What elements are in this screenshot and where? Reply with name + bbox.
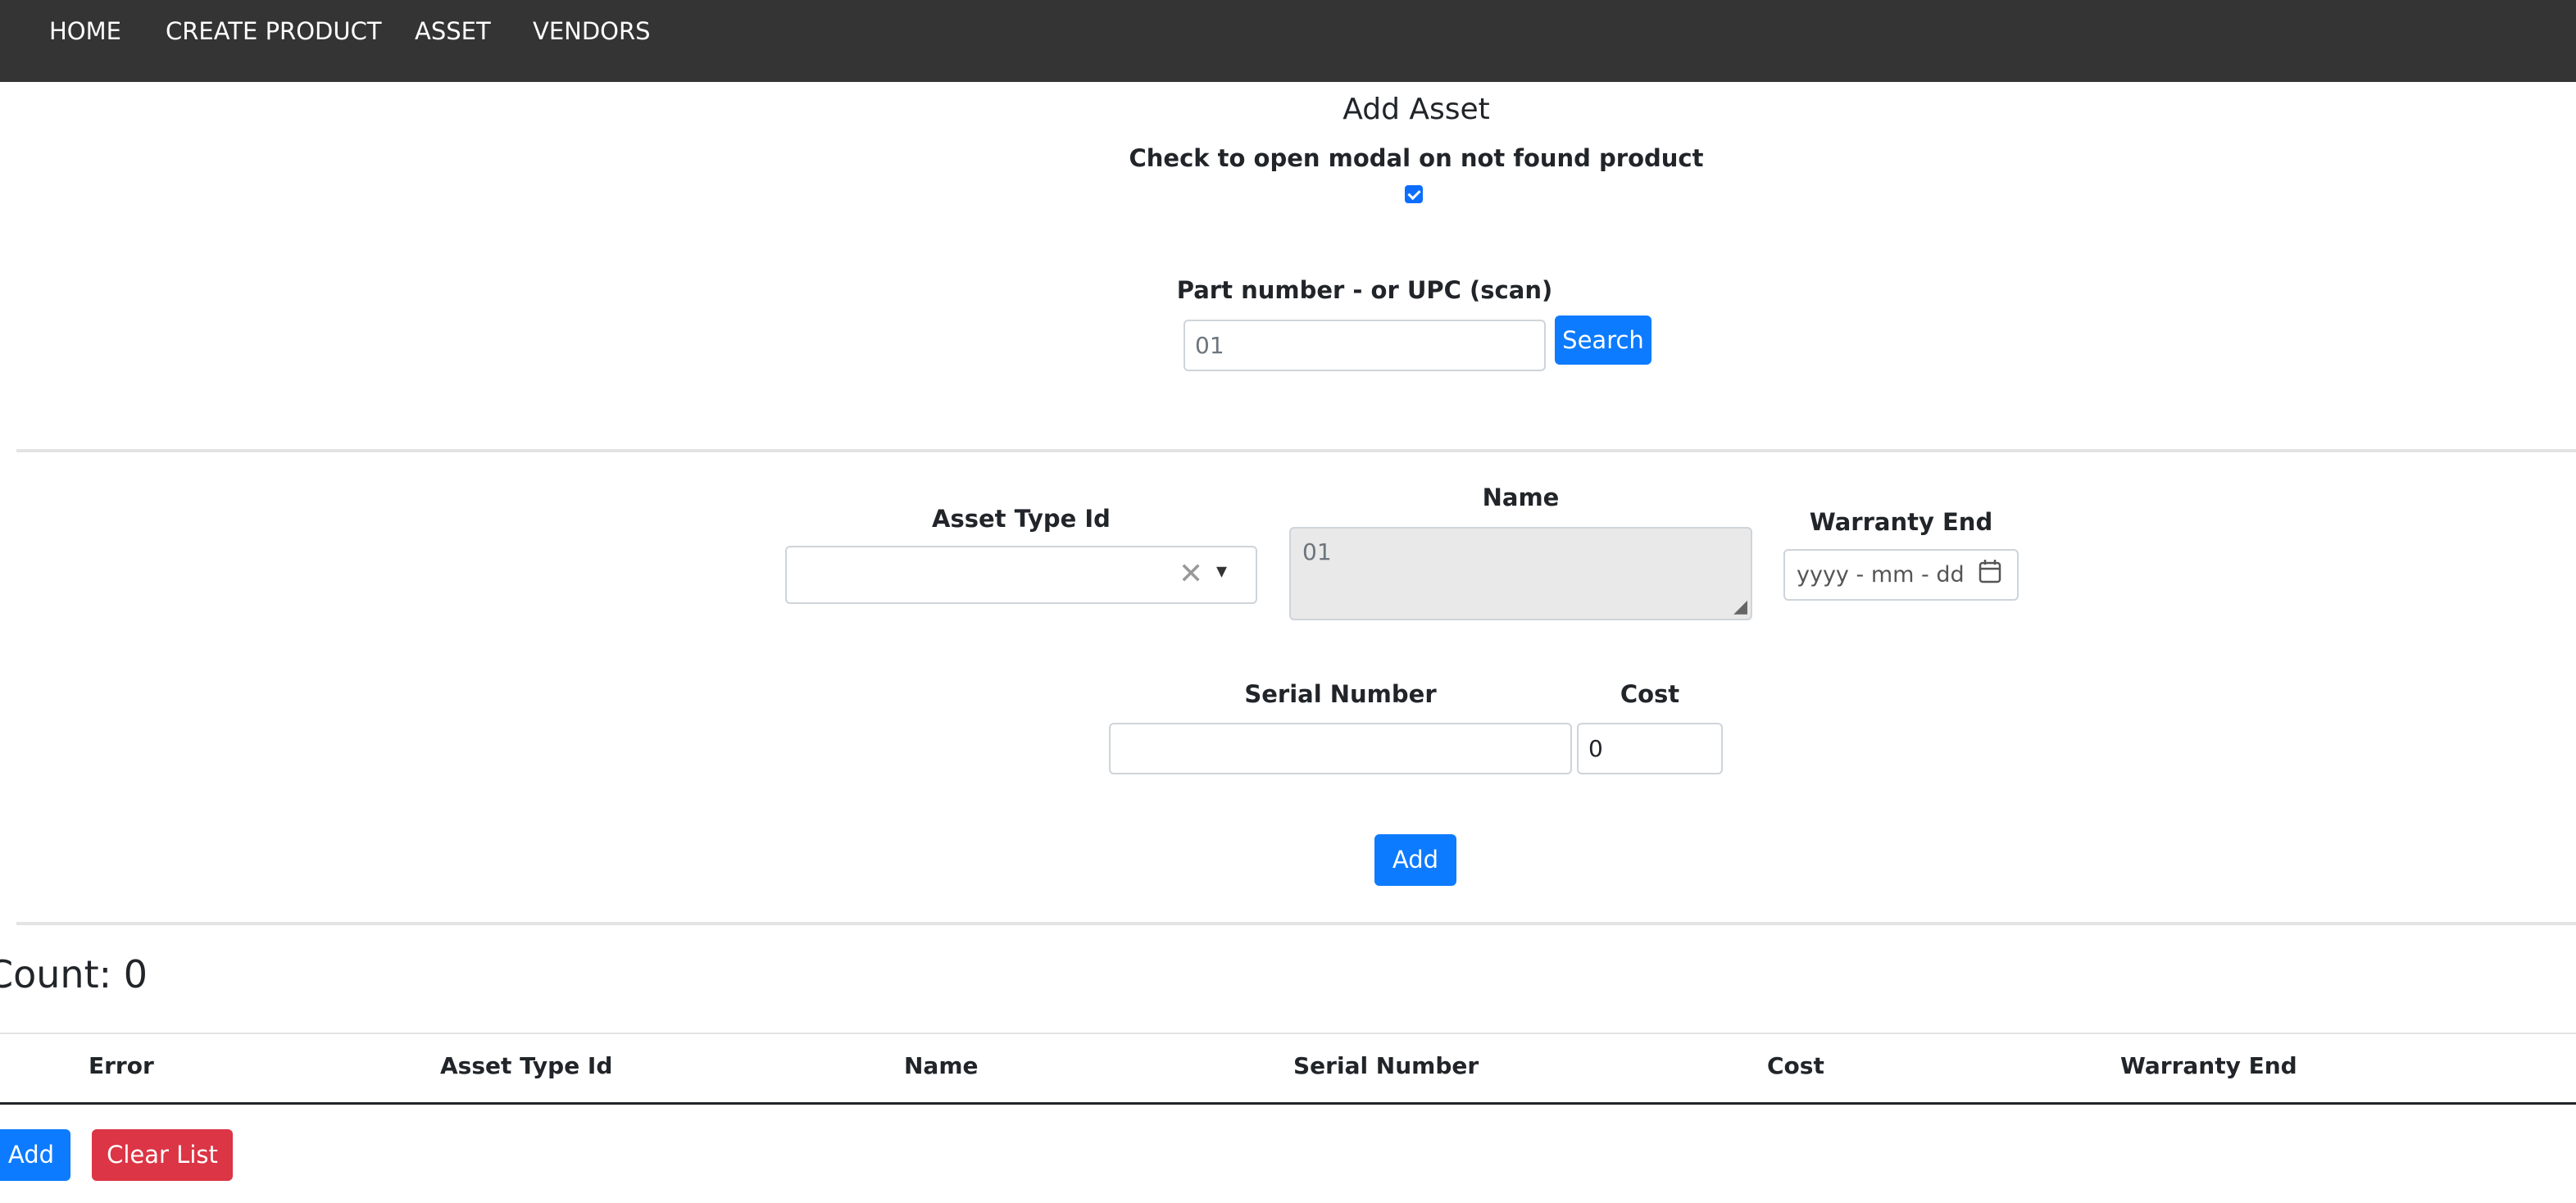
col-serial-number: Serial Number xyxy=(1293,1052,1479,1079)
clear-list-button[interactable]: Clear List xyxy=(92,1129,233,1181)
serial-label: Serial Number xyxy=(1244,680,1437,708)
add-asset-button[interactable]: Add xyxy=(1374,834,1456,886)
name-value: 01 xyxy=(1302,538,1332,565)
chevron-down-icon[interactable]: ▾ xyxy=(1216,559,1227,583)
modal-check-label: Check to open modal on not found product xyxy=(1129,144,1704,172)
table-header-border xyxy=(0,1102,2576,1105)
warranty-placeholder: yyyy - mm - dd xyxy=(1797,562,1965,588)
add-list-button[interactable]: Add xyxy=(0,1129,70,1181)
cost-input[interactable] xyxy=(1577,723,1723,774)
part-number-input[interactable] xyxy=(1184,320,1546,371)
divider-bottom xyxy=(16,922,2576,925)
asset-type-label: Asset Type Id xyxy=(932,505,1111,533)
nav-create-product[interactable]: CREATE PRODUCT xyxy=(166,16,382,46)
name-label: Name xyxy=(1482,483,1560,511)
top-navbar: HOME CREATE PRODUCT ASSET VENDORS xyxy=(0,0,2576,82)
serial-number-input[interactable] xyxy=(1109,723,1572,774)
search-label: Part number - or UPC (scan) xyxy=(1176,276,1553,304)
divider-top xyxy=(16,449,2576,452)
table-top-border xyxy=(0,1033,2576,1034)
name-textarea: 01 ◢ xyxy=(1289,527,1752,620)
resize-handle-icon[interactable]: ◢ xyxy=(1733,597,1747,617)
col-cost: Cost xyxy=(1767,1052,1824,1079)
clear-icon[interactable]: ✕ xyxy=(1179,557,1203,591)
col-error: Error xyxy=(89,1052,154,1079)
search-button[interactable]: Search xyxy=(1555,316,1651,365)
warranty-label: Warranty End xyxy=(1809,508,1993,536)
count-heading: Count: 0 xyxy=(0,952,148,996)
calendar-icon[interactable] xyxy=(1979,559,2001,583)
asset-type-select[interactable]: ✕ ▾ xyxy=(785,546,1257,604)
page-title: Add Asset xyxy=(1343,93,1490,126)
cost-label: Cost xyxy=(1620,680,1680,708)
col-name: Name xyxy=(904,1052,979,1079)
nav-home[interactable]: HOME xyxy=(49,16,121,46)
modal-checkbox[interactable] xyxy=(1405,185,1423,203)
warranty-date-input[interactable]: yyyy - mm - dd xyxy=(1783,549,2019,601)
col-warranty-end: Warranty End xyxy=(2120,1052,2297,1079)
col-asset-type-id: Asset Type Id xyxy=(440,1052,613,1079)
nav-asset[interactable]: ASSET xyxy=(415,16,491,46)
nav-vendors[interactable]: VENDORS xyxy=(533,16,651,46)
